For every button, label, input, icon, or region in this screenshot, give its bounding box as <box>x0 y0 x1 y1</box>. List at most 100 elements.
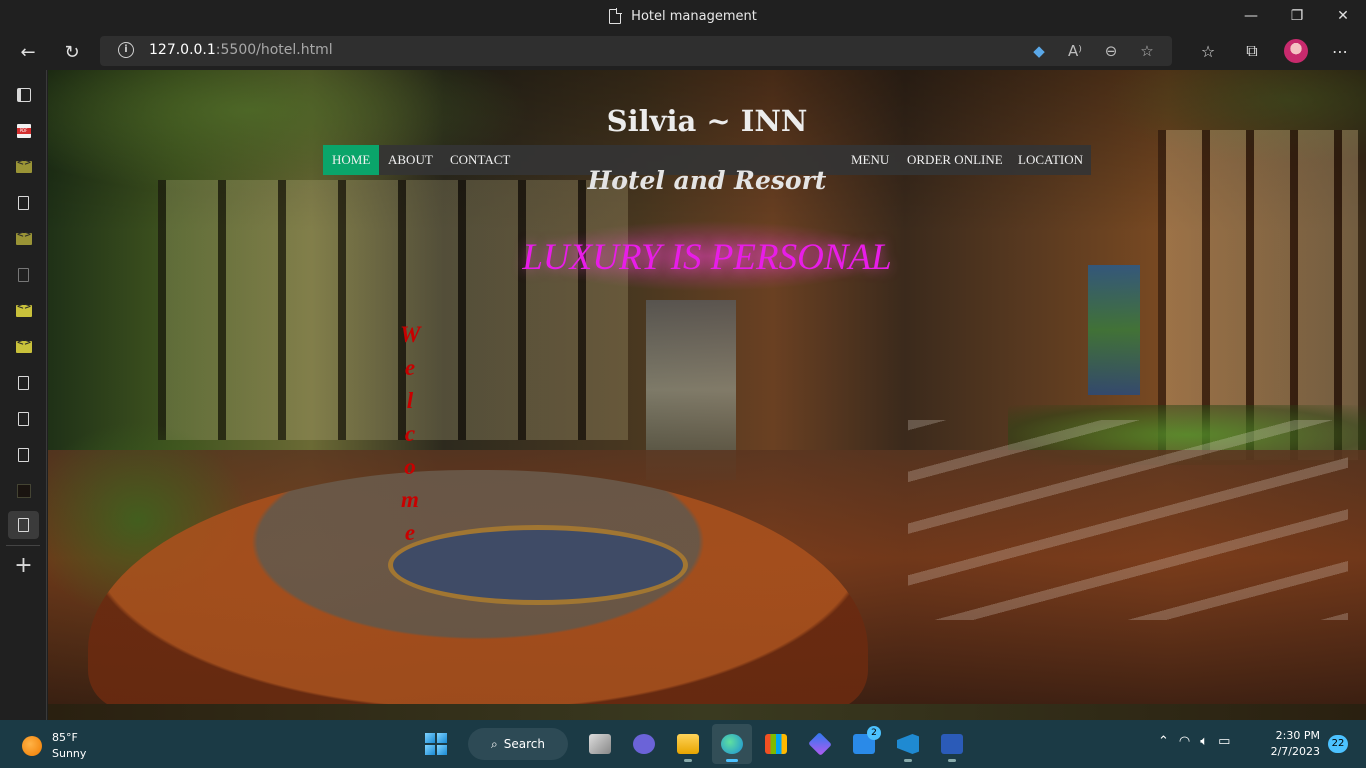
tab-dark[interactable] <box>8 477 39 505</box>
welcome-letter: c <box>404 421 416 446</box>
address-bar[interactable]: i 127.0.0.1:5500/hotel.html ◆ A⁾ ⊖ ☆ <box>100 36 1172 66</box>
tab-page-1[interactable] <box>8 189 39 217</box>
collections-icon[interactable]: ⧉ <box>1230 36 1274 66</box>
weather-condition: Sunny <box>52 747 87 760</box>
window-title: Hotel management <box>0 0 1366 32</box>
clock-time: 2:30 PM <box>1275 729 1320 742</box>
store-icon <box>765 734 787 754</box>
site-info-icon[interactable]: i <box>118 42 134 58</box>
page-icon <box>18 376 29 390</box>
sun-icon <box>22 736 42 756</box>
tab-code-4[interactable] <box>8 333 39 361</box>
welcome-letter: W <box>400 322 421 347</box>
weather-temp: 85°F <box>52 731 78 744</box>
favorites-icon[interactable]: ☆ <box>1186 36 1230 66</box>
code-file-icon <box>15 302 32 317</box>
copilot-button[interactable] <box>800 724 840 764</box>
search-label: Search <box>503 737 545 751</box>
plus-icon: + <box>14 553 33 578</box>
url-path: :5500/hotel.html <box>215 42 333 58</box>
welcome-letter: m <box>401 487 419 512</box>
pdf-icon <box>16 124 31 138</box>
new-tab-button[interactable]: + <box>8 552 39 580</box>
clock-date: 2/7/2023 <box>1270 745 1320 758</box>
welcome-vertical-text: W e l c o m e <box>400 318 420 549</box>
edge-icon <box>721 734 743 754</box>
page-icon <box>609 7 623 24</box>
zoom-out-icon[interactable]: ⊖ <box>1100 41 1122 61</box>
minimize-button[interactable]: — <box>1228 0 1274 32</box>
page-icon <box>18 268 29 282</box>
welcome-letter: e <box>404 355 416 380</box>
notification-badge[interactable]: 22 <box>1328 735 1348 753</box>
window-title-bar: Hotel management — ❐ ✕ <box>0 0 1366 32</box>
folder-icon <box>677 734 699 754</box>
page-icon <box>18 518 29 532</box>
weather-widget[interactable]: 85°F Sunny <box>22 730 86 762</box>
back-button[interactable]: ← <box>12 36 44 68</box>
close-button[interactable]: ✕ <box>1320 0 1366 32</box>
url-host: 127.0.0.1 <box>149 42 216 58</box>
tag-icon[interactable]: ◆ <box>1028 41 1050 61</box>
edge-button[interactable] <box>712 724 752 764</box>
read-aloud-icon[interactable]: A⁾ <box>1064 41 1086 61</box>
battery-icon[interactable]: ▭ <box>1218 734 1230 749</box>
file-explorer-button[interactable] <box>668 724 708 764</box>
volume-icon[interactable]: 🔈︎ <box>1200 734 1208 749</box>
page-icon <box>18 448 29 462</box>
tab-pdf[interactable] <box>8 117 39 145</box>
task-view-icon <box>589 734 611 754</box>
page-icon <box>18 412 29 426</box>
page-icon <box>18 196 29 210</box>
task-view-button[interactable] <box>580 724 620 764</box>
vscode-icon <box>897 734 919 754</box>
search-button[interactable]: ⌕ Search <box>468 728 568 760</box>
vscode-button[interactable] <box>888 724 928 764</box>
welcome-letter: l <box>406 388 414 413</box>
page-title: Silvia ~ INN <box>606 104 808 138</box>
word-icon <box>941 734 963 754</box>
store-button[interactable] <box>756 724 796 764</box>
restore-button[interactable]: ❐ <box>1274 0 1320 32</box>
taskbar: 85°F Sunny ⌕ Search 2 ⌃ ◠ 🔈︎ ▭ 2:30 PM 2… <box>0 720 1366 768</box>
tab-code-2[interactable] <box>8 225 39 253</box>
add-favorite-icon[interactable]: ☆ <box>1136 41 1158 61</box>
tab-page-2[interactable] <box>8 261 39 289</box>
tab-hotel-active[interactable] <box>8 511 39 539</box>
code-file-icon <box>15 230 32 245</box>
tab-page-4[interactable] <box>8 405 39 433</box>
mail-button[interactable]: 2 <box>844 724 884 764</box>
site-favicon <box>16 484 31 498</box>
tab-actions-icon[interactable] <box>8 81 39 109</box>
welcome-letter: o <box>404 454 416 479</box>
windows-icon <box>425 733 447 755</box>
word-button[interactable] <box>932 724 972 764</box>
sidebar-divider <box>6 545 40 546</box>
tab-page-5[interactable] <box>8 441 39 469</box>
wifi-icon[interactable]: ◠ <box>1179 734 1190 749</box>
url-text[interactable]: 127.0.0.1:5500/hotel.html <box>149 42 333 58</box>
tab-code-1[interactable] <box>8 153 39 181</box>
window-controls: — ❐ ✕ <box>1228 0 1366 32</box>
copilot-icon <box>808 732 832 756</box>
search-icon: ⌕ <box>491 736 498 751</box>
tab-code-3[interactable] <box>8 297 39 325</box>
refresh-button[interactable]: ↻ <box>56 36 88 68</box>
teams-chat-button[interactable] <box>624 724 664 764</box>
profile-avatar[interactable] <box>1284 39 1308 63</box>
page-viewport: Silvia ~ INN HOME ABOUT CONTACT MENU ORD… <box>48 70 1366 720</box>
mail-badge: 2 <box>867 726 881 740</box>
code-file-icon <box>15 158 32 173</box>
start-button[interactable] <box>416 724 456 764</box>
code-file-icon <box>15 338 32 353</box>
tab-page-3[interactable] <box>8 369 39 397</box>
page-subtitle: Hotel and Resort <box>587 166 827 195</box>
browser-toolbar: ← ↻ i 127.0.0.1:5500/hotel.html ◆ A⁾ ⊖ ☆… <box>0 32 1366 70</box>
clock[interactable]: 2:30 PM 2/7/2023 <box>1268 728 1320 760</box>
system-tray: ⌃ ◠ 🔈︎ ▭ <box>1158 734 1230 749</box>
chevron-up-icon[interactable]: ⌃ <box>1158 734 1169 749</box>
chat-icon <box>633 734 655 754</box>
vertical-tabs-sidebar: + <box>0 70 47 720</box>
more-icon[interactable]: ⋯ <box>1318 36 1362 66</box>
window-title-text: Hotel management <box>631 8 757 24</box>
